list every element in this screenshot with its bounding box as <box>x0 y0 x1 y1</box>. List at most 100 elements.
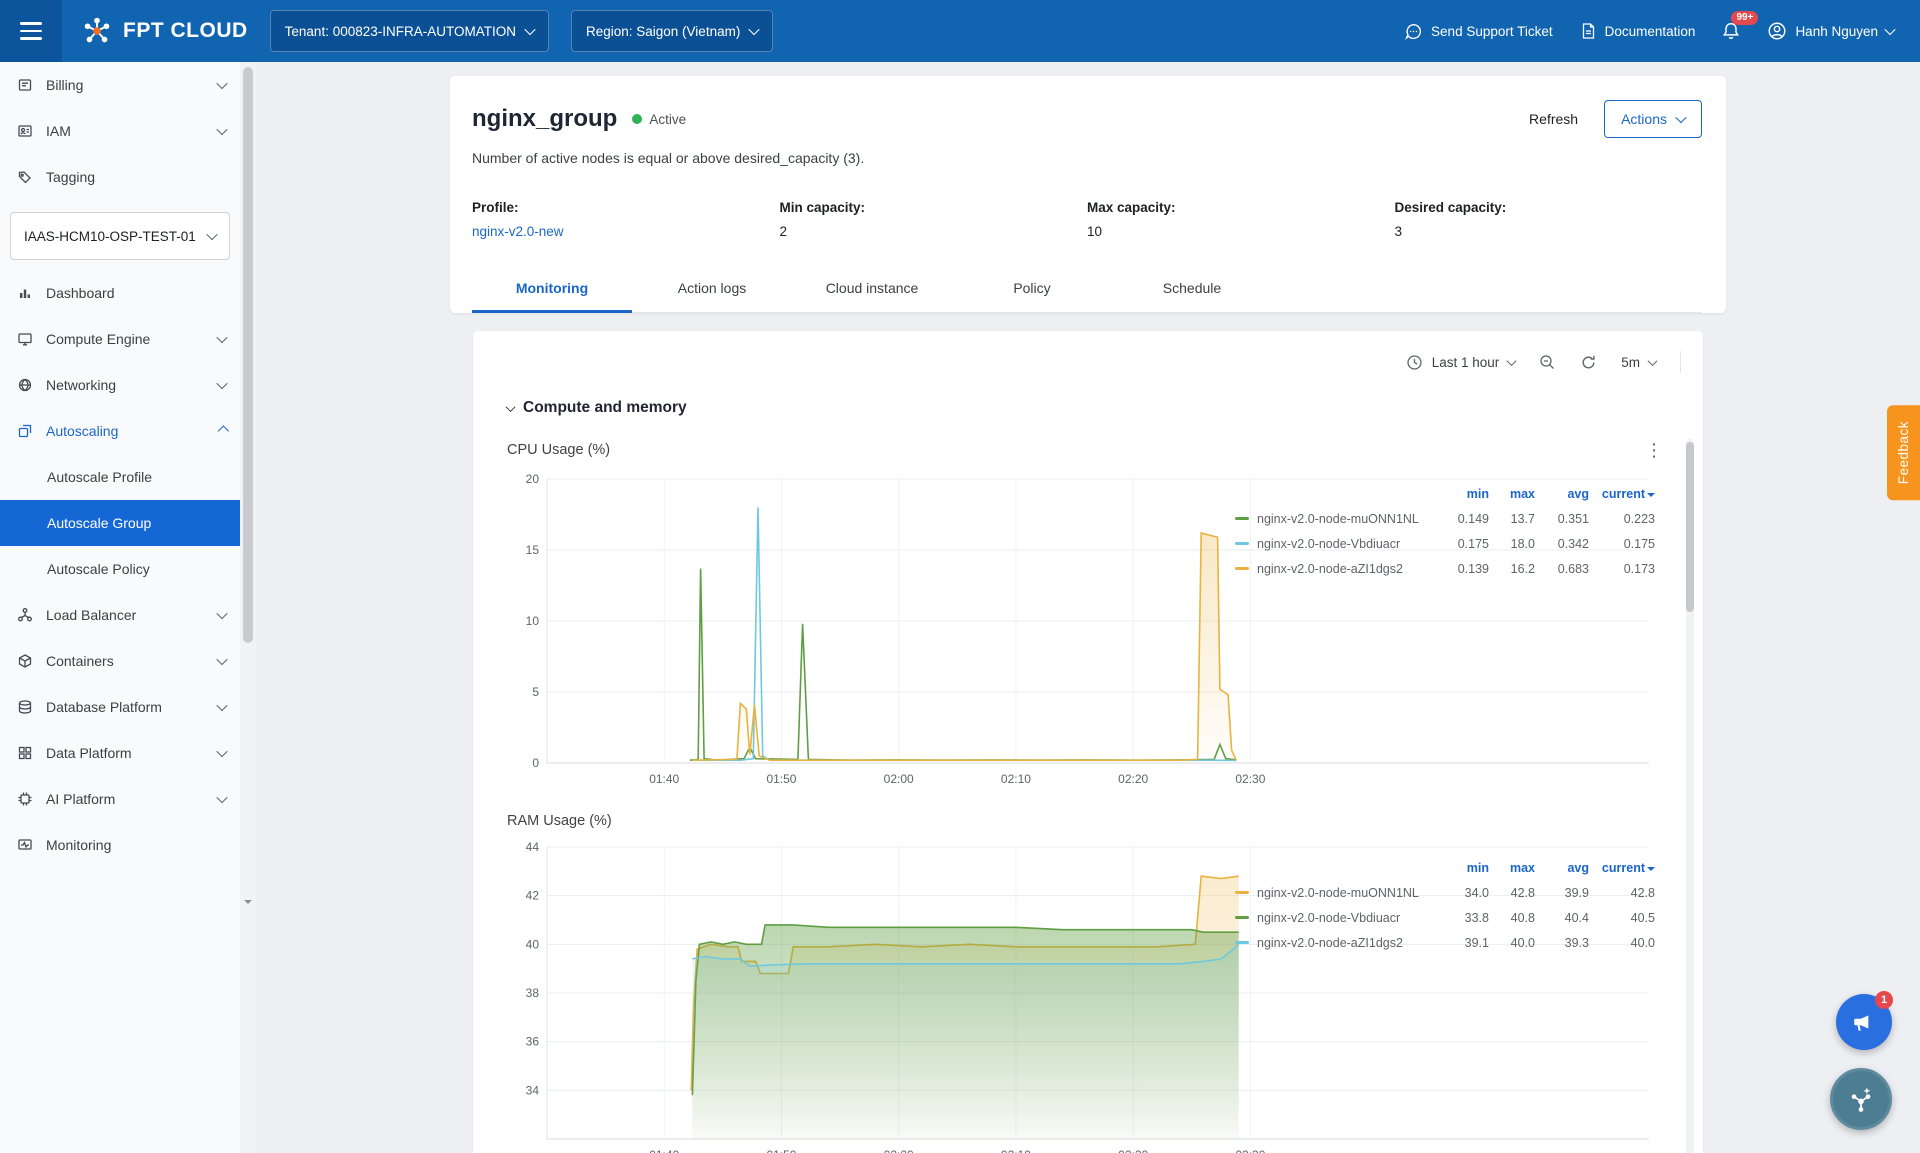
fpt-cloud-console: FPT CLOUD Tenant: 000823-INFRA-AUTOMATIO… <box>0 0 1920 1153</box>
scrollbar-thumb[interactable] <box>243 67 253 643</box>
legend-sort-max[interactable]: max <box>1489 861 1535 875</box>
legend-sort-avg[interactable]: avg <box>1535 487 1589 501</box>
sidebar-item-autoscale-policy[interactable]: Autoscale Policy <box>0 546 240 592</box>
legend-series-toggle[interactable]: nginx-v2.0-node-aZI1dgs2 <box>1235 936 1443 950</box>
ram-legend: min max avg current nginx-v2.0-node-muONN1NL… <box>1235 855 1655 955</box>
time-range-select[interactable]: Last 1 hour <box>1406 354 1517 371</box>
tab-action-logs[interactable]: Action logs <box>632 267 792 313</box>
clock-icon <box>1407 354 1422 370</box>
ai-assistant-button[interactable] <box>1830 1068 1892 1130</box>
interval-select[interactable]: 5m <box>1621 355 1658 370</box>
sidebar-item-iam[interactable]: IAM <box>0 108 240 154</box>
toolbar-divider <box>1680 351 1681 373</box>
scrollbar-down-arrow[interactable] <box>244 900 252 908</box>
legend-series-toggle[interactable]: nginx-v2.0-node-muONN1NL <box>1235 512 1443 526</box>
legend-series-toggle[interactable]: nginx-v2.0-node-Vbdiuacr <box>1235 537 1443 551</box>
chevron-down-icon <box>216 699 228 712</box>
fpt-cloud-logo[interactable]: FPT CLOUD <box>80 14 248 48</box>
chart-menu-button[interactable]: ⋮ <box>1639 439 1669 461</box>
sidebar-scrollbar[interactable] <box>240 62 256 1153</box>
legend-stat-avg: 0.683 <box>1557 561 1589 576</box>
sidebar-item-billing[interactable]: Billing <box>0 62 240 108</box>
dashboard-icon <box>20 289 30 298</box>
legend-series-toggle[interactable]: nginx-v2.0-node-Vbdiuacr <box>1235 911 1443 925</box>
legend-stat-max: 42.8 <box>1510 885 1535 900</box>
sidebar-item-compute-engine[interactable]: Compute Engine <box>0 316 240 362</box>
svg-text:0: 0 <box>532 756 539 770</box>
chevron-down-icon <box>216 377 228 390</box>
svg-text:40: 40 <box>526 937 540 951</box>
series-swatch <box>1235 566 1249 571</box>
legend-sort-max[interactable]: max <box>1489 487 1535 501</box>
sidebar-item-load-balancer[interactable]: Load Balancer <box>0 592 240 638</box>
documentation-link[interactable]: Documentation <box>1579 22 1695 40</box>
tab-cloud-instance[interactable]: Cloud instance <box>792 267 952 313</box>
tab-schedule[interactable]: Schedule <box>1112 267 1272 313</box>
sidebar-item-label: Autoscaling <box>46 423 119 439</box>
menu-button[interactable] <box>0 0 62 62</box>
brand-text: FPT CLOUD <box>123 19 248 42</box>
legend-sort-min[interactable]: min <box>1443 487 1489 501</box>
profile-link[interactable]: nginx-v2.0-new <box>472 224 564 239</box>
field-label: Profile: <box>472 200 519 215</box>
section-compute-memory[interactable]: Compute and memory <box>505 399 1703 417</box>
panel-scrollbar[interactable] <box>1686 439 1694 1153</box>
scrollbar-thumb[interactable] <box>1686 442 1694 612</box>
legend-stat-current: 0.175 <box>1623 536 1655 551</box>
sidebar-item-autoscale-profile[interactable]: Autoscale Profile <box>0 454 240 500</box>
sidebar-item-ai-platform[interactable]: AI Platform <box>0 776 240 822</box>
sidebar-item-label: Billing <box>46 77 84 93</box>
field-label: Desired capacity: <box>1394 200 1507 215</box>
legend-row: nginx-v2.0-node-aZI1dgs2 39.1 40.0 39.3 40.0 <box>1235 930 1655 955</box>
announcements-button[interactable]: 1 <box>1836 991 1893 1050</box>
chart-toolbar: Last 1 hour 5m <box>473 343 1703 373</box>
sidebar-item-tagging[interactable]: Tagging <box>0 154 240 200</box>
project-selector[interactable]: IAAS-HCM10-OSP-TEST-01 <box>10 212 230 260</box>
sidebar-item-autoscaling[interactable]: Autoscaling <box>0 408 240 454</box>
sidebar-item-label: Networking <box>46 377 117 393</box>
legend-sort-min[interactable]: min <box>1443 861 1489 875</box>
sidebar-item-containers[interactable]: Containers <box>0 638 240 684</box>
tab-policy[interactable]: Policy <box>952 267 1112 313</box>
legend-stat-min: 34.0 <box>1464 885 1489 900</box>
sidebar-item-label: Compute Engine <box>46 331 151 347</box>
tenant-selector[interactable]: Tenant: 000823-INFRA-AUTOMATION <box>269 10 549 52</box>
refresh-button[interactable]: Refresh <box>1529 111 1578 127</box>
support-ticket-link[interactable]: Send Support Ticket <box>1404 22 1553 41</box>
svg-text:02:10: 02:10 <box>1001 1148 1031 1153</box>
legend-sort-current[interactable]: current <box>1589 861 1655 875</box>
cpu-usage-chart: CPU Usage (%) ⋮ 0 5 10 15 20 01:40 01:50 02:00 0… <box>507 439 1669 791</box>
legend-stat-avg: 39.3 <box>1564 935 1589 950</box>
group-description: Number of active nodes is equal or above… <box>472 150 865 166</box>
refresh-chart-button[interactable] <box>1580 354 1597 371</box>
svg-text:02:30: 02:30 <box>1235 772 1265 786</box>
legend-sort-avg[interactable]: avg <box>1535 861 1589 875</box>
sidebar-item-data-platform[interactable]: Data Platform <box>0 730 240 776</box>
legend-series-toggle[interactable]: nginx-v2.0-node-aZI1dgs2 <box>1235 562 1443 576</box>
tenant-label: Tenant: 000823-INFRA-AUTOMATION <box>284 23 516 39</box>
feedback-tab[interactable]: Feedback <box>1887 405 1920 501</box>
legend-stat-min: 0.175 <box>1457 536 1489 551</box>
sidebar-item-monitoring[interactable]: Monitoring <box>0 822 240 868</box>
sidebar-item-dashboard[interactable]: Dashboard <box>0 270 240 316</box>
notifications-button[interactable]: 99+ <box>1721 11 1759 41</box>
ai-assistant-icon <box>1851 1087 1871 1112</box>
region-selector[interactable]: Region: Saigon (Vietnam) <box>570 10 774 52</box>
user-menu[interactable]: Hanh Nguyen <box>1767 21 1896 41</box>
legend-sort-current[interactable]: current <box>1589 487 1655 501</box>
svg-text:38: 38 <box>526 986 540 1000</box>
zoom-out-button[interactable] <box>1539 354 1556 371</box>
sidebar-item-networking[interactable]: Networking <box>0 362 240 408</box>
sidebar-child-label: Autoscale Group <box>47 515 152 531</box>
sidebar-item-database-platform[interactable]: Database Platform <box>0 684 240 730</box>
fpt-logo-icon <box>84 17 110 43</box>
sidebar-item-autoscale-group[interactable]: Autoscale Group <box>0 500 240 546</box>
tab-monitoring[interactable]: Monitoring <box>472 267 632 313</box>
sidebar-item-label: Containers <box>46 653 114 669</box>
megaphone-icon <box>1854 1015 1869 1031</box>
legend-series-toggle[interactable]: nginx-v2.0-node-muONN1NL <box>1235 886 1443 900</box>
chevron-down-icon <box>216 653 228 666</box>
chevron-down-icon <box>1675 111 1687 124</box>
page-title: nginx_group <box>472 105 618 132</box>
actions-button[interactable]: Actions <box>1604 100 1702 138</box>
